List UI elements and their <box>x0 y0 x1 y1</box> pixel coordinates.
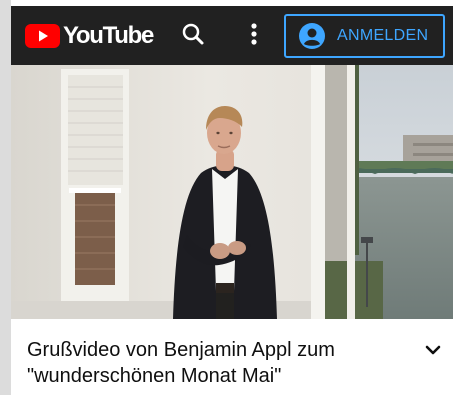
video-title: Grußvideo von Benjamin Appl zum "wunders… <box>27 339 335 387</box>
youtube-logo[interactable]: YouTube <box>25 22 154 49</box>
chevron-down-icon <box>425 342 441 360</box>
sign-in-button[interactable]: ANMELDEN <box>284 14 445 58</box>
video-frame <box>11 65 453 319</box>
sign-in-label: ANMELDEN <box>337 27 429 44</box>
video-title-section: Grußvideo von Benjamin Appl zum "wunders… <box>11 319 453 395</box>
left-edge-strip <box>0 0 11 395</box>
search-button[interactable] <box>179 22 207 50</box>
more-options-button[interactable] <box>240 22 268 50</box>
video-player[interactable] <box>11 65 453 319</box>
top-app-bar: YouTube ANMELDEN <box>11 6 453 65</box>
youtube-play-icon <box>25 24 60 48</box>
youtube-wordmark: YouTube <box>63 22 154 49</box>
expand-description-button[interactable] <box>423 341 443 361</box>
more-vert-icon <box>250 22 258 51</box>
account-circle-icon <box>299 23 325 49</box>
search-icon <box>181 22 205 51</box>
youtube-mobile-page: YouTube ANMELDEN Grußvideo von Benjamin … <box>0 0 453 395</box>
